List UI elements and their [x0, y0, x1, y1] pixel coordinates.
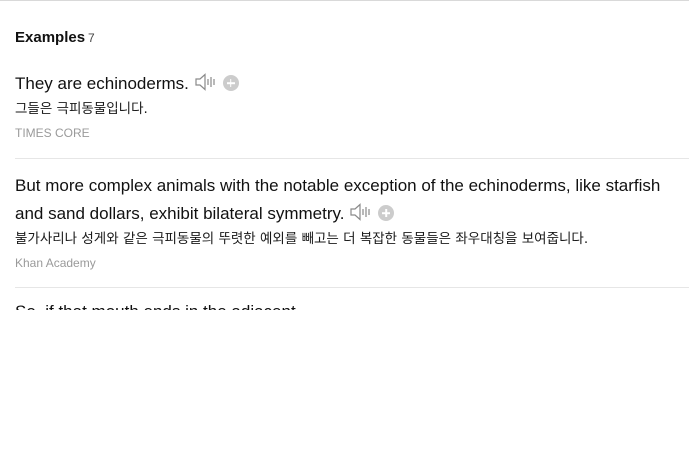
- example-source: Khan Academy: [15, 256, 96, 270]
- add-to-wordbook-button[interactable]: [378, 205, 395, 221]
- examples-section: Examples 7 They are echinoderms. 그들은 극피동물…: [15, 0, 689, 310]
- example-english: So, if that mouth ends in the adjacent..…: [15, 298, 689, 310]
- examples-count: 7: [88, 31, 95, 45]
- example-english-text: So, if that mouth ends in the adjacent..…: [15, 302, 310, 310]
- example-item: So, if that mouth ends in the adjacent..…: [15, 298, 689, 310]
- example-korean: 불가사리나 성게와 같은 극피동물의 뚜렷한 예외를 빼고는 더 복잡한 동물들…: [15, 231, 589, 247]
- speaker-icon[interactable]: [194, 72, 218, 92]
- example-english: But more complex animals with the notabl…: [15, 172, 689, 228]
- example-english: They are echinoderms.: [15, 70, 689, 98]
- add-to-wordbook-button[interactable]: [222, 75, 239, 91]
- example-item: But more complex animals with the notabl…: [15, 172, 689, 288]
- example-english-text: But more complex animals with the notabl…: [15, 176, 661, 223]
- example-english-text: They are echinoderms.: [15, 74, 189, 93]
- examples-title: Examples: [15, 29, 86, 46]
- example-korean: 그들은 극피동물입니다.: [15, 101, 148, 117]
- speaker-icon[interactable]: [349, 202, 373, 222]
- example-item: They are echinoderms. 그들은 극피동물입니다. TIMES…: [15, 70, 689, 159]
- example-source: TIMES CORE: [15, 126, 90, 140]
- examples-header: Examples 7: [15, 29, 95, 46]
